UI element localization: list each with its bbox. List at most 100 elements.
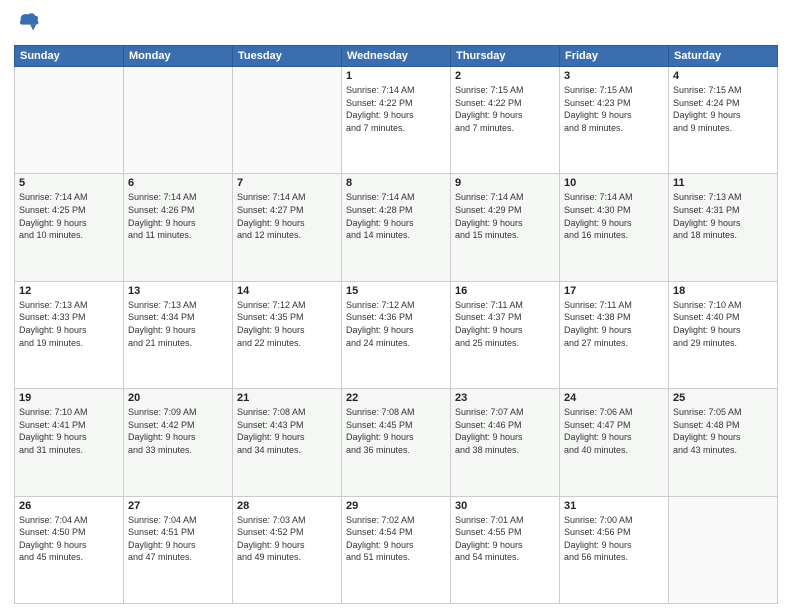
day-cell: 19 Sunrise: 7:10 AM Sunset: 4:41 PM Dayli… <box>15 389 124 496</box>
day-info: Sunrise: 7:12 AM Sunset: 4:35 PM Dayligh… <box>237 299 337 349</box>
day-info: Sunrise: 7:14 AM Sunset: 4:29 PM Dayligh… <box>455 191 555 241</box>
day-number: 14 <box>237 285 337 297</box>
week-row-3: 19 Sunrise: 7:10 AM Sunset: 4:41 PM Dayli… <box>15 389 778 496</box>
week-row-2: 12 Sunrise: 7:13 AM Sunset: 4:33 PM Dayli… <box>15 281 778 388</box>
day-info: Sunrise: 7:07 AM Sunset: 4:46 PM Dayligh… <box>455 406 555 456</box>
day-number: 3 <box>564 70 664 82</box>
day-info: Sunrise: 7:02 AM Sunset: 4:54 PM Dayligh… <box>346 514 446 564</box>
weekday-header-wednesday: Wednesday <box>342 46 451 67</box>
day-number: 22 <box>346 392 446 404</box>
day-cell: 8 Sunrise: 7:14 AM Sunset: 4:28 PM Daylig… <box>342 174 451 281</box>
day-cell: 23 Sunrise: 7:07 AM Sunset: 4:46 PM Dayli… <box>451 389 560 496</box>
day-cell: 15Sunrise: 7:12 AM Sunset: 4:36 PM Dayli… <box>342 281 451 388</box>
day-info: Sunrise: 7:08 AM Sunset: 4:45 PM Dayligh… <box>346 406 446 456</box>
day-info: Sunrise: 7:14 AM Sunset: 4:22 PM Dayligh… <box>346 84 446 134</box>
day-cell: 4 Sunrise: 7:15 AM Sunset: 4:24 PM Daylig… <box>669 67 778 174</box>
day-number: 6 <box>128 177 228 189</box>
day-cell: 18Sunrise: 7:10 AM Sunset: 4:40 PM Dayli… <box>669 281 778 388</box>
day-cell: 25 Sunrise: 7:05 AM Sunset: 4:48 PM Dayli… <box>669 389 778 496</box>
day-cell: 17 Sunrise: 7:11 AM Sunset: 4:38 PM Dayli… <box>560 281 669 388</box>
day-number: 8 <box>346 177 446 189</box>
day-info: Sunrise: 7:03 AM Sunset: 4:52 PM Dayligh… <box>237 514 337 564</box>
day-number: 26 <box>19 500 119 512</box>
day-info: Sunrise: 7:10 AM Sunset: 4:41 PM Dayligh… <box>19 406 119 456</box>
day-cell: 11 Sunrise: 7:13 AM Sunset: 4:31 PM Dayli… <box>669 174 778 281</box>
weekday-header-sunday: Sunday <box>15 46 124 67</box>
weekday-header-tuesday: Tuesday <box>233 46 342 67</box>
day-info: Sunrise: 7:14 AM Sunset: 4:30 PM Dayligh… <box>564 191 664 241</box>
day-info: Sunrise: 7:11 AM Sunset: 4:38 PM Dayligh… <box>564 299 664 349</box>
day-info: Sunrise: 7:01 AM Sunset: 4:55 PM Dayligh… <box>455 514 555 564</box>
day-number: 19 <box>19 392 119 404</box>
day-info: Sunrise: 7:05 AM Sunset: 4:48 PM Dayligh… <box>673 406 773 456</box>
day-info: Sunrise: 7:14 AM Sunset: 4:27 PM Dayligh… <box>237 191 337 241</box>
day-info: Sunrise: 7:13 AM Sunset: 4:33 PM Dayligh… <box>19 299 119 349</box>
logo-icon <box>17 10 39 32</box>
day-number: 30 <box>455 500 555 512</box>
day-cell: 2Sunrise: 7:15 AM Sunset: 4:22 PM Daylig… <box>451 67 560 174</box>
day-info: Sunrise: 7:09 AM Sunset: 4:42 PM Dayligh… <box>128 406 228 456</box>
day-number: 31 <box>564 500 664 512</box>
day-cell: 26 Sunrise: 7:04 AM Sunset: 4:50 PM Dayli… <box>15 496 124 603</box>
weekday-header-monday: Monday <box>124 46 233 67</box>
day-cell: 10 Sunrise: 7:14 AM Sunset: 4:30 PM Dayli… <box>560 174 669 281</box>
day-info: Sunrise: 7:08 AM Sunset: 4:43 PM Dayligh… <box>237 406 337 456</box>
day-cell: 6 Sunrise: 7:14 AM Sunset: 4:26 PM Daylig… <box>124 174 233 281</box>
day-cell: 21 Sunrise: 7:08 AM Sunset: 4:43 PM Dayli… <box>233 389 342 496</box>
day-number: 4 <box>673 70 773 82</box>
day-cell: 1 Sunrise: 7:14 AM Sunset: 4:22 PM Daylig… <box>342 67 451 174</box>
week-row-4: 26 Sunrise: 7:04 AM Sunset: 4:50 PM Dayli… <box>15 496 778 603</box>
day-cell: 22 Sunrise: 7:08 AM Sunset: 4:45 PM Dayli… <box>342 389 451 496</box>
day-cell: 16 Sunrise: 7:11 AM Sunset: 4:37 PM Dayli… <box>451 281 560 388</box>
day-info: Sunrise: 7:15 AM Sunset: 4:24 PM Dayligh… <box>673 84 773 134</box>
day-number: 20 <box>128 392 228 404</box>
day-cell: 13 Sunrise: 7:13 AM Sunset: 4:34 PM Dayli… <box>124 281 233 388</box>
day-info: Sunrise: 7:13 AM Sunset: 4:34 PM Dayligh… <box>128 299 228 349</box>
calendar-table: SundayMondayTuesdayWednesdayThursdayFrid… <box>14 45 778 604</box>
day-cell: 9Sunrise: 7:14 AM Sunset: 4:29 PM Daylig… <box>451 174 560 281</box>
day-number: 28 <box>237 500 337 512</box>
weekday-header-saturday: Saturday <box>669 46 778 67</box>
day-cell: 7Sunrise: 7:14 AM Sunset: 4:27 PM Daylig… <box>233 174 342 281</box>
day-number: 21 <box>237 392 337 404</box>
day-number: 23 <box>455 392 555 404</box>
day-number: 25 <box>673 392 773 404</box>
weekday-header-thursday: Thursday <box>451 46 560 67</box>
day-info: Sunrise: 7:15 AM Sunset: 4:23 PM Dayligh… <box>564 84 664 134</box>
day-info: Sunrise: 7:14 AM Sunset: 4:26 PM Dayligh… <box>128 191 228 241</box>
day-info: Sunrise: 7:14 AM Sunset: 4:28 PM Dayligh… <box>346 191 446 241</box>
day-cell: 14 Sunrise: 7:12 AM Sunset: 4:35 PM Dayli… <box>233 281 342 388</box>
day-cell <box>669 496 778 603</box>
day-number: 15 <box>346 285 446 297</box>
day-cell: 27Sunrise: 7:04 AM Sunset: 4:51 PM Dayli… <box>124 496 233 603</box>
day-number: 1 <box>346 70 446 82</box>
week-row-0: 1 Sunrise: 7:14 AM Sunset: 4:22 PM Daylig… <box>15 67 778 174</box>
day-cell: 28 Sunrise: 7:03 AM Sunset: 4:52 PM Dayli… <box>233 496 342 603</box>
day-cell <box>15 67 124 174</box>
weekday-header-row: SundayMondayTuesdayWednesdayThursdayFrid… <box>15 46 778 67</box>
day-cell: 24Sunrise: 7:06 AM Sunset: 4:47 PM Dayli… <box>560 389 669 496</box>
day-cell: 31Sunrise: 7:00 AM Sunset: 4:56 PM Dayli… <box>560 496 669 603</box>
day-number: 12 <box>19 285 119 297</box>
day-info: Sunrise: 7:14 AM Sunset: 4:25 PM Dayligh… <box>19 191 119 241</box>
day-cell: 30 Sunrise: 7:01 AM Sunset: 4:55 PM Dayli… <box>451 496 560 603</box>
logo <box>14 10 41 37</box>
day-info: Sunrise: 7:11 AM Sunset: 4:37 PM Dayligh… <box>455 299 555 349</box>
day-cell: 20 Sunrise: 7:09 AM Sunset: 4:42 PM Dayli… <box>124 389 233 496</box>
header <box>14 10 778 37</box>
day-number: 24 <box>564 392 664 404</box>
day-info: Sunrise: 7:13 AM Sunset: 4:31 PM Dayligh… <box>673 191 773 241</box>
day-cell: 5 Sunrise: 7:14 AM Sunset: 4:25 PM Daylig… <box>15 174 124 281</box>
day-number: 16 <box>455 285 555 297</box>
day-number: 10 <box>564 177 664 189</box>
day-number: 17 <box>564 285 664 297</box>
weekday-header-friday: Friday <box>560 46 669 67</box>
day-cell: 12 Sunrise: 7:13 AM Sunset: 4:33 PM Dayli… <box>15 281 124 388</box>
day-number: 13 <box>128 285 228 297</box>
day-info: Sunrise: 7:04 AM Sunset: 4:50 PM Dayligh… <box>19 514 119 564</box>
day-info: Sunrise: 7:15 AM Sunset: 4:22 PM Dayligh… <box>455 84 555 134</box>
day-info: Sunrise: 7:04 AM Sunset: 4:51 PM Dayligh… <box>128 514 228 564</box>
day-number: 18 <box>673 285 773 297</box>
day-number: 11 <box>673 177 773 189</box>
day-number: 5 <box>19 177 119 189</box>
